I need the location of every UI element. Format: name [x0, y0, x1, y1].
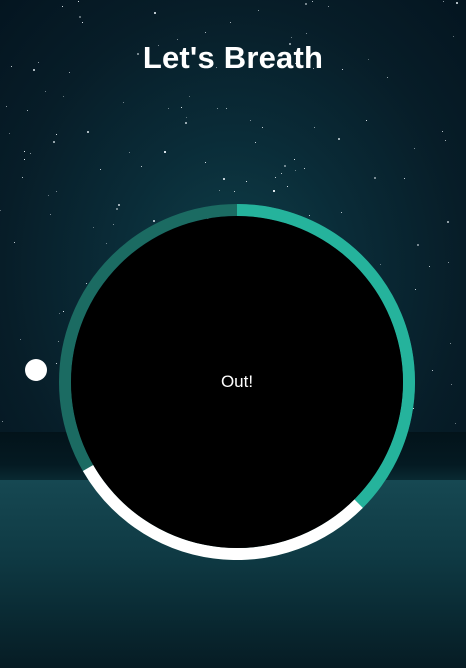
star [306, 32, 308, 34]
star [86, 130, 89, 133]
star [428, 266, 430, 268]
star [222, 178, 225, 181]
star [13, 242, 15, 244]
star [123, 101, 125, 103]
star [185, 122, 188, 124]
page-title: Let's Breath [142, 40, 324, 75]
star [284, 165, 287, 168]
star [414, 148, 415, 150]
star [261, 127, 263, 128]
star [455, 423, 457, 424]
star [205, 32, 207, 34]
star [448, 262, 450, 263]
star [230, 22, 232, 24]
star [128, 151, 130, 153]
star [24, 158, 26, 160]
star [273, 189, 275, 192]
star [216, 108, 218, 110]
star [55, 133, 57, 135]
star [218, 189, 220, 191]
star [281, 172, 282, 174]
star [204, 162, 206, 164]
star [100, 169, 102, 171]
star [49, 213, 51, 215]
star [305, 3, 307, 6]
star [48, 195, 50, 196]
breath-ring: Out! [59, 204, 415, 560]
star [6, 105, 8, 107]
star [293, 159, 295, 161]
star [225, 107, 227, 109]
breath-circle: Out! [71, 216, 403, 548]
star [180, 107, 182, 109]
star [456, 2, 459, 5]
breath-instruction: Out! [220, 372, 254, 391]
star [1, 420, 3, 422]
star [447, 221, 450, 224]
star [55, 363, 57, 365]
breath-pointer-dot [25, 359, 47, 381]
star [290, 37, 292, 39]
star [451, 384, 453, 386]
star [0, 209, 2, 211]
star [246, 181, 248, 183]
star [445, 139, 447, 141]
star [140, 166, 142, 168]
star [386, 76, 388, 78]
star [442, 130, 444, 132]
star [167, 107, 169, 109]
star [258, 10, 260, 12]
star [404, 178, 406, 180]
star [328, 6, 330, 8]
star [163, 150, 166, 153]
star [26, 110, 28, 112]
star [314, 127, 316, 129]
star [366, 120, 368, 121]
star [234, 190, 235, 192]
star [431, 370, 433, 371]
star [415, 289, 417, 290]
star [78, 16, 81, 19]
star [154, 11, 157, 14]
star [304, 168, 305, 170]
star [23, 151, 25, 153]
star [450, 343, 452, 345]
star [62, 5, 64, 7]
star [416, 244, 419, 247]
star [274, 176, 276, 178]
star [188, 96, 190, 97]
star [52, 141, 55, 144]
star [442, 0, 444, 2]
star [295, 170, 297, 172]
star [20, 338, 22, 340]
star [29, 152, 31, 154]
star [82, 21, 84, 23]
star [254, 142, 256, 144]
star [45, 91, 46, 93]
star [337, 137, 340, 140]
star [453, 35, 455, 37]
star [286, 185, 288, 187]
star [185, 116, 187, 118]
star [9, 133, 10, 135]
star [311, 1, 313, 3]
star [250, 120, 252, 121]
star [56, 191, 58, 192]
star [63, 96, 65, 98]
star [22, 177, 24, 179]
star [77, 1, 79, 3]
star [374, 177, 376, 180]
